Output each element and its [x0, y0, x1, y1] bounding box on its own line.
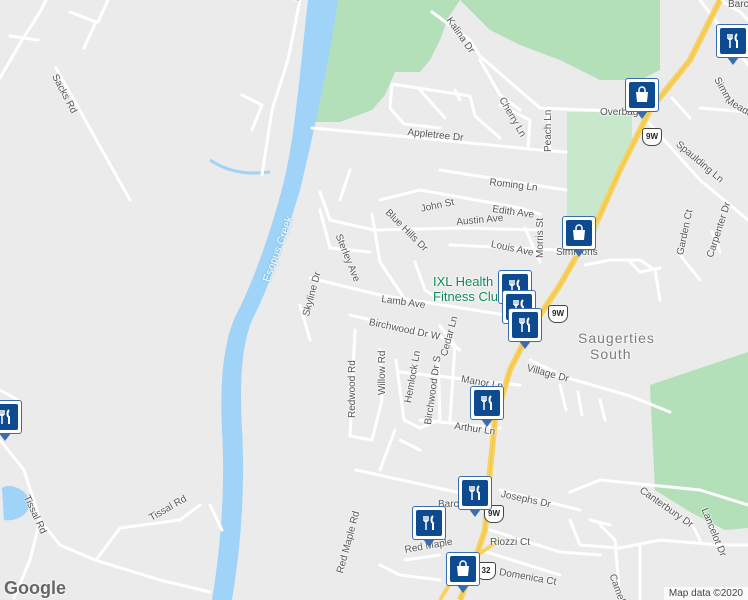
poi-label-line2[interactable]: Fitness Clu: [433, 289, 498, 304]
fork-knife-icon: [481, 395, 492, 410]
street-label: Willow Rd: [377, 350, 388, 395]
map-attribution[interactable]: Map data ©2020: [663, 587, 748, 600]
fork-knife-icon: [727, 33, 738, 48]
restaurant-pin[interactable]: [412, 506, 446, 548]
area-label: Saugerties South: [578, 330, 655, 362]
fork-knife-icon: [0, 409, 10, 424]
poi-label-line1[interactable]: IXL Health: [433, 274, 498, 289]
fork-knife-icon: [423, 515, 434, 530]
shopping-pin[interactable]: [562, 216, 596, 258]
restaurant-pin[interactable]: [470, 386, 504, 428]
route-shield: 9W: [642, 128, 662, 146]
shopping-pin[interactable]: [446, 552, 480, 594]
area-label-line1: Saugerties: [578, 330, 655, 346]
fork-knife-icon: [469, 485, 480, 500]
street-label: Morris St: [535, 218, 546, 258]
restaurant-pin[interactable]: [716, 24, 748, 66]
restaurant-pin[interactable]: [508, 308, 542, 350]
route-shield: 9W: [548, 305, 568, 323]
shopping-bag-icon: [573, 224, 585, 240]
shopping-bag-icon: [636, 86, 648, 102]
poi-label[interactable]: IXL Health Fitness Clu: [433, 274, 498, 304]
street-label: Riozzi Ct: [490, 537, 531, 548]
restaurant-pin[interactable]: [458, 476, 492, 518]
area-label-line2: South: [590, 346, 632, 362]
google-logo: Google: [4, 578, 66, 598]
restaurant-pin[interactable]: [0, 400, 22, 442]
street-label: Peach Ln: [543, 109, 554, 152]
fork-knife-icon: [519, 317, 530, 332]
shopping-pin[interactable]: [625, 78, 659, 120]
street-label: Redwood Rd: [347, 360, 358, 418]
map-canvas[interactable]: Esopus Creek Saugerties South IXL Health…: [0, 0, 748, 600]
shopping-bag-icon: [457, 560, 469, 576]
street-label: Barcl: [728, 0, 748, 10]
